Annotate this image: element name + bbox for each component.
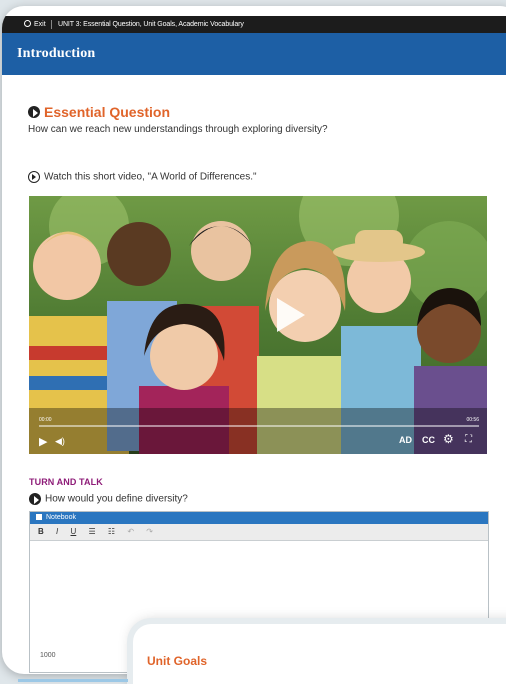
top-bar: Exit UNIT 3: Essential Question, Unit Go… bbox=[2, 16, 506, 33]
essential-question-heading: Essential Question bbox=[28, 103, 170, 121]
notebook-icon bbox=[36, 513, 42, 520]
play-pause-icon[interactable]: ▶ bbox=[39, 435, 47, 448]
numbered-list-icon[interactable]: ☷ bbox=[108, 524, 115, 540]
big-play-icon[interactable] bbox=[267, 294, 309, 336]
current-time: 00:00 bbox=[39, 417, 52, 423]
unit-title: UNIT 3: Essential Question, Unit Goals, … bbox=[58, 21, 244, 28]
progress-bar[interactable] bbox=[39, 425, 479, 427]
volume-icon[interactable]: ◀) bbox=[55, 436, 65, 447]
notebook-title: Notebook bbox=[46, 514, 76, 521]
section-title: Introduction bbox=[17, 46, 96, 61]
divider bbox=[51, 20, 52, 29]
notebook-header: Notebook bbox=[30, 512, 488, 524]
video-prompt-text: Watch this short video, "A World of Diff… bbox=[44, 171, 257, 183]
closed-captions-button[interactable]: CC bbox=[422, 435, 435, 445]
section-header: Introduction bbox=[2, 33, 506, 75]
audio-description-button[interactable]: AD bbox=[399, 435, 412, 445]
unit-goals-heading: Unit Goals bbox=[147, 654, 208, 668]
turn-and-talk-question: How would you define diversity? bbox=[45, 493, 188, 505]
video-prompt: Watch this short video, "A World of Diff… bbox=[28, 171, 257, 183]
essential-question-text: How can we reach new understandings thro… bbox=[28, 124, 328, 135]
turn-and-talk-heading: TURN AND TALK bbox=[29, 477, 103, 487]
underline-button[interactable]: U bbox=[70, 524, 76, 540]
play-audio-icon[interactable] bbox=[29, 493, 41, 505]
video-player[interactable]: 00:00 00:56 ▶ ◀) AD CC ⚙ ⛶ bbox=[29, 196, 487, 454]
play-audio-icon[interactable] bbox=[28, 105, 40, 118]
italic-button[interactable]: I bbox=[56, 524, 58, 540]
bold-button[interactable]: B bbox=[38, 524, 44, 540]
character-count: 1000 bbox=[40, 652, 56, 659]
exit-icon bbox=[24, 20, 31, 27]
unit-goals-card[interactable]: Unit Goals bbox=[133, 624, 506, 684]
bullet-list-icon[interactable]: ☰ bbox=[89, 524, 96, 540]
video-frame-image bbox=[29, 196, 487, 454]
undo-icon[interactable]: ↶ bbox=[127, 524, 134, 540]
bottom-accent bbox=[18, 679, 128, 682]
gear-icon[interactable]: ⚙ bbox=[443, 432, 454, 446]
exit-label: Exit bbox=[34, 21, 46, 28]
exit-button[interactable]: Exit bbox=[24, 16, 46, 33]
fullscreen-icon[interactable]: ⛶ bbox=[465, 434, 472, 445]
redo-icon[interactable]: ↷ bbox=[146, 524, 153, 540]
notebook-toolbar: B I U ☰ ☷ ↶ ↷ bbox=[30, 524, 488, 541]
page: Exit UNIT 3: Essential Question, Unit Go… bbox=[0, 0, 506, 684]
essential-question-title: Essential Question bbox=[44, 103, 171, 120]
lesson-card: Exit UNIT 3: Essential Question, Unit Go… bbox=[2, 6, 506, 674]
play-audio-icon[interactable] bbox=[28, 171, 40, 183]
turn-and-talk-prompt: How would you define diversity? bbox=[29, 493, 188, 505]
duration: 00:56 bbox=[466, 417, 479, 423]
